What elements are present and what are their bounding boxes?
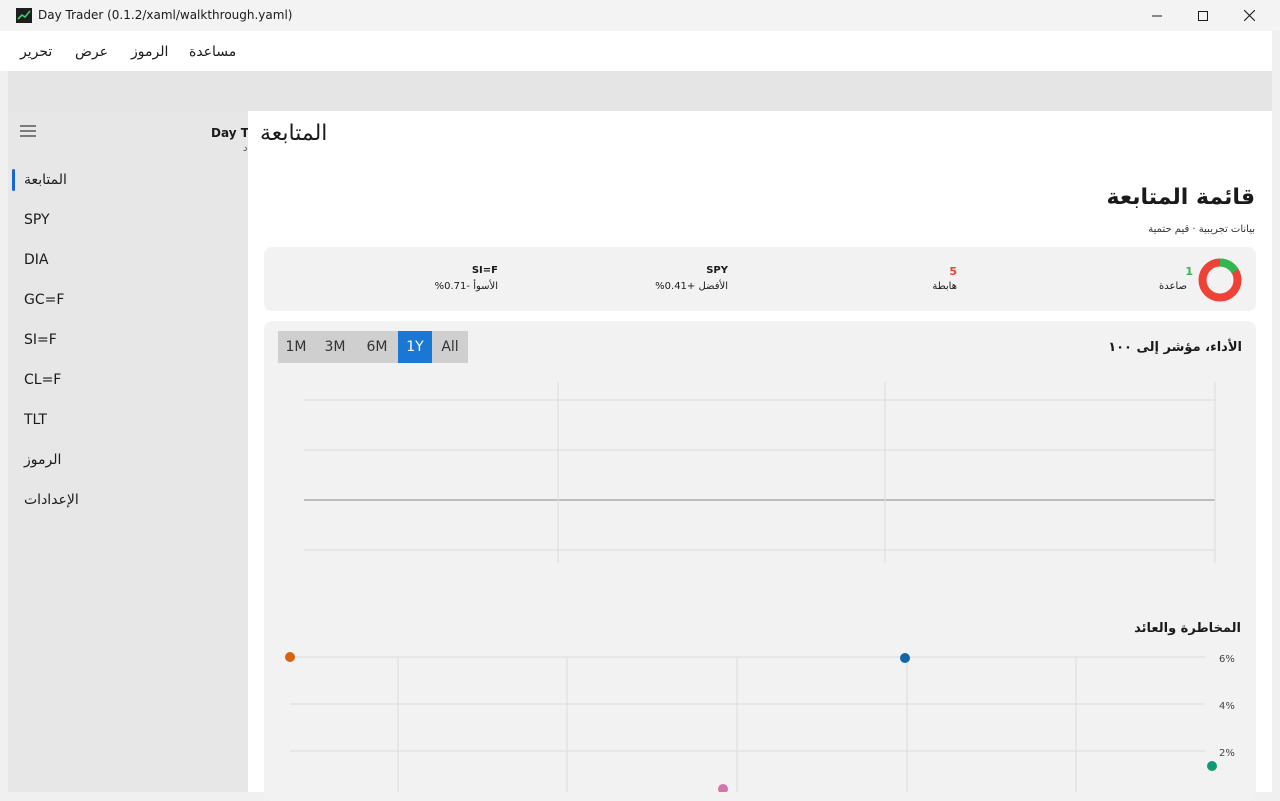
page-subtitle: بيانات تجريبية · قيم حتمية <box>1148 224 1255 235</box>
minimize-button[interactable] <box>1134 0 1180 31</box>
range-button-1y[interactable]: 1Y <box>398 331 432 363</box>
minimize-icon <box>1152 15 1162 16</box>
risk-point <box>1207 761 1217 771</box>
donut-up-segment <box>1219 258 1239 274</box>
up-count: 1 <box>1185 265 1193 278</box>
risk-return-chart: 6% 4% 2% <box>285 652 1235 792</box>
nav-selection-indicator <box>12 169 15 191</box>
range-button-all[interactable]: All <box>432 331 468 363</box>
performance-chart <box>304 382 1216 563</box>
nav-item-gc[interactable]: GC=F <box>24 292 64 308</box>
range-button-6m[interactable]: 6M <box>356 331 398 363</box>
menu-symbols[interactable]: الرموز <box>131 44 168 60</box>
nav-item-symbols[interactable]: الرموز <box>24 452 61 468</box>
close-icon <box>1243 10 1255 21</box>
nav-item-spy[interactable]: SPY <box>24 212 50 228</box>
best-label: الأفضل +0.41% <box>655 281 728 292</box>
page-title: قائمة المتابعة <box>1106 185 1256 210</box>
nav-item-cl[interactable]: CL=F <box>24 372 61 388</box>
risk-point <box>718 784 728 792</box>
range-button-3m[interactable]: 3M <box>314 331 356 363</box>
up-label: صاعدة <box>1159 281 1187 292</box>
down-label: هابطة <box>932 281 957 292</box>
best-symbol: SPY <box>706 265 728 276</box>
title-band <box>8 71 1272 111</box>
up-down-donut <box>1198 258 1242 302</box>
risk-return-title: المخاطرة والعائد <box>1134 621 1241 636</box>
risk-point <box>285 652 295 662</box>
window-title: Day Trader (0.1.2/xaml/walkthrough.yaml) <box>38 8 293 22</box>
hamburger-icon <box>20 125 36 137</box>
risk-y-tick: 4% <box>1219 701 1235 712</box>
window-edge <box>1272 31 1280 800</box>
menu-edit[interactable]: تحرير <box>20 44 52 60</box>
nav-item-tlt[interactable]: TLT <box>24 412 47 428</box>
nav-item-settings[interactable]: الإعدادات <box>24 492 79 508</box>
nav-item-si[interactable]: SI=F <box>24 332 57 348</box>
hamburger-button[interactable] <box>19 123 37 137</box>
menu-view[interactable]: عرض <box>75 44 108 60</box>
worst-symbol: SI=F <box>471 265 498 276</box>
app-icon <box>16 8 32 23</box>
worst-label: الأسوأ -0.71% <box>434 281 498 292</box>
risk-point <box>900 653 910 663</box>
app-brand-subtitle: د <box>243 143 248 154</box>
down-count: 5 <box>949 265 957 278</box>
risk-y-tick: 2% <box>1219 748 1235 759</box>
nav-item-watchlist[interactable]: المتابعة <box>24 172 67 188</box>
close-button[interactable] <box>1226 0 1272 31</box>
summary-card <box>264 247 1256 311</box>
maximize-button[interactable] <box>1180 0 1226 31</box>
performance-title: الأداء، مؤشر إلى ١٠٠ <box>1108 340 1242 355</box>
nav-item-dia[interactable]: DIA <box>24 252 49 268</box>
range-button-1m[interactable]: 1M <box>278 331 314 363</box>
menu-help[interactable]: مساعدة <box>189 44 236 60</box>
page-header: المتابعة <box>260 121 328 146</box>
risk-y-tick: 6% <box>1219 654 1235 665</box>
maximize-icon <box>1198 10 1208 21</box>
